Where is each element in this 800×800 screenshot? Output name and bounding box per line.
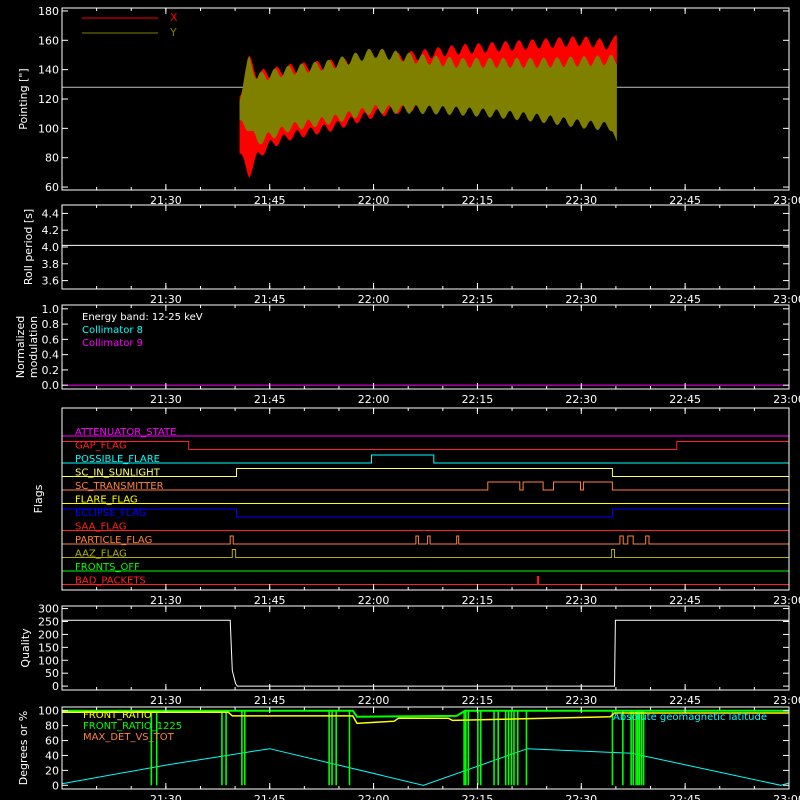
x-tick-label: 23:00: [773, 793, 800, 800]
modulation-y-label-line2: modulation: [27, 316, 40, 378]
x-tick-label: 22:30: [565, 694, 597, 707]
y-tick-label: 200: [38, 628, 59, 641]
legend-max-det-vs-tot: MAX_DET_VS_TOT: [83, 732, 175, 743]
x-tick-label: 21:30: [150, 594, 182, 607]
flag-label-attenuator-state: ATTENUATOR_STATE: [75, 427, 176, 438]
y-tick-label: 60: [45, 735, 59, 748]
y-tick-label: 250: [38, 616, 59, 629]
y-tick-label: 300: [38, 603, 59, 616]
x-tick-label: 21:45: [254, 694, 286, 707]
flag-label-gap-flag: GAP_FLAG: [75, 441, 127, 452]
flag-label-sc-transmitter: SC_TRANSMITTER: [75, 481, 164, 492]
x-tick-label: 21:45: [254, 293, 286, 306]
x-tick-label: 21:30: [150, 694, 182, 707]
modulation-y-label-line1: Normalized: [14, 316, 27, 378]
x-tick-label: 21:30: [150, 393, 182, 406]
y-tick-label: 20: [45, 764, 59, 777]
x-tick-label: 22:45: [669, 694, 701, 707]
legend-collimator-9: Collimator 9: [82, 338, 143, 349]
x-tick-label: 22:15: [462, 694, 494, 707]
x-tick-label: 22:45: [669, 594, 701, 607]
y-tick-label: 160: [38, 34, 59, 47]
x-tick-label: 22:15: [462, 793, 494, 800]
roll-y-label: Roll period [s]: [22, 209, 35, 285]
x-tick-label: 22:00: [358, 694, 390, 707]
y-tick-label: 0.8: [42, 318, 60, 331]
legend-geomagnetic-latitude: Absolute geomagnetic latitude: [613, 712, 767, 723]
y-tick-label: 0: [52, 680, 59, 693]
flag-label-eclipse-flag: ECLIPSE_FLAG: [75, 508, 146, 519]
y-tick-label: 0.0: [42, 379, 60, 392]
y-tick-label: 50: [45, 667, 59, 680]
x-tick-label: 22:00: [358, 594, 390, 607]
y-tick-label: 0: [52, 779, 59, 792]
x-tick-label: 21:45: [254, 793, 286, 800]
flag-label-flare-flag: FLARE_FLAG: [75, 495, 138, 506]
x-tick-label: 22:15: [462, 393, 494, 406]
y-tick-label: 4.2: [42, 224, 60, 237]
legend-x-label: X: [170, 11, 178, 24]
y-tick-label: 4.4: [42, 207, 60, 220]
x-tick-label: 21:30: [150, 293, 182, 306]
flag-label-aaz-flag: AAZ_FLAG: [75, 549, 127, 560]
x-tick-label: 22:30: [565, 393, 597, 406]
y-tick-label: 180: [38, 5, 59, 18]
y-tick-label: 100: [38, 122, 59, 135]
y-tick-label: 40: [45, 749, 59, 762]
x-tick-label: 22:15: [462, 594, 494, 607]
y-tick-label: 1.0: [42, 303, 60, 316]
ratios-y-label: Degrees or %: [17, 711, 30, 785]
x-tick-label: 21:45: [254, 594, 286, 607]
y-tick-label: 60: [45, 181, 59, 194]
y-tick-label: 0.4: [42, 349, 60, 362]
x-tick-label: 22:45: [669, 393, 701, 406]
y-tick-label: 3.6: [42, 275, 60, 288]
flags-y-label: Flags: [32, 484, 45, 513]
flag-label-sc-in-sunlight: SC_IN_SUNLIGHT: [75, 468, 161, 479]
legend-energy-band: Energy band: 12-25 keV: [82, 312, 203, 323]
x-tick-label: 21:30: [150, 793, 182, 800]
y-tick-label: 0.2: [42, 364, 60, 377]
x-tick-label: 22:00: [358, 393, 390, 406]
y-tick-label: 100: [38, 705, 59, 718]
x-tick-label: 23:00: [773, 293, 800, 306]
legend-front-ratio: FRONT_RATIO: [83, 710, 152, 721]
x-tick-label: 23:00: [773, 393, 800, 406]
quality-y-label: Quality: [19, 628, 32, 668]
flag-label-fronts-off: FRONTS_OFF: [75, 562, 140, 573]
y-tick-label: 140: [38, 64, 59, 77]
legend-collimator-8: Collimator 8: [82, 325, 143, 336]
legend-y-label: Y: [169, 26, 177, 39]
legend-front-ratio-1225: FRONT_RATIO_1225: [83, 721, 182, 732]
flag-label-saa-flag: SAA_FLAG: [75, 522, 126, 533]
y-tick-label: 120: [38, 93, 59, 106]
y-tick-label: 80: [45, 720, 59, 733]
x-tick-label: 22:45: [669, 793, 701, 800]
x-tick-label: 22:15: [462, 293, 494, 306]
y-tick-label: 150: [38, 641, 59, 654]
y-tick-label: 4.0: [42, 241, 60, 254]
x-tick-label: 22:00: [358, 293, 390, 306]
flag-label-particle-flag: PARTICLE_FLAG: [75, 535, 152, 546]
y-tick-label: 80: [45, 152, 59, 165]
x-tick-label: 21:45: [254, 393, 286, 406]
x-tick-label: 22:45: [669, 293, 701, 306]
x-tick-label: 23:00: [773, 694, 800, 707]
y-tick-label: 3.8: [42, 258, 60, 271]
flag-label-bad-packets: BAD_PACKETS: [75, 576, 146, 587]
x-tick-label: 22:30: [565, 594, 597, 607]
x-tick-label: 23:00: [773, 594, 800, 607]
rhessi-quicklook-figure: Pointing ["] 21:30 21:45 22:00 22:15 22:30 22…: [0, 0, 800, 800]
x-tick-label: 22:30: [565, 293, 597, 306]
y-tick-label: 100: [38, 654, 59, 667]
flag-label-possible-flare: POSSIBLE_FLARE: [75, 454, 160, 465]
x-tick-label: 22:00: [358, 793, 390, 800]
y-tick-label: 0.6: [42, 333, 60, 346]
x-tick-label: 22:30: [565, 793, 597, 800]
pointing-y-label: Pointing ["]: [17, 68, 30, 129]
